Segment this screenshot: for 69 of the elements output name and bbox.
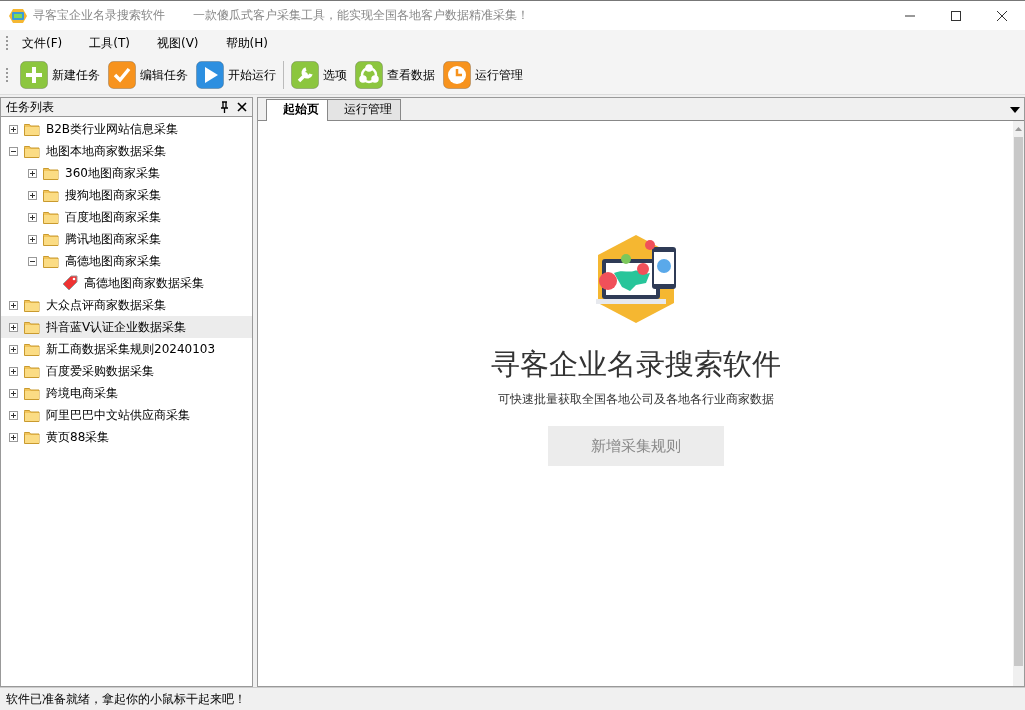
folder-icon (24, 144, 40, 158)
tree-item[interactable]: 阿里巴巴中文站供应商采集 (1, 404, 252, 426)
tree-item[interactable]: 百度爱采购数据采集 (1, 360, 252, 382)
tree-item[interactable]: 地图本地商家数据采集 (1, 140, 252, 162)
expand-icon[interactable] (9, 322, 18, 332)
pin-icon[interactable] (220, 101, 229, 113)
tree-item[interactable]: 腾讯地图商家采集 (1, 228, 252, 250)
folder-icon (24, 122, 40, 136)
expand-icon[interactable] (9, 366, 18, 376)
folder-icon (24, 342, 40, 356)
tab[interactable]: 运行管理 (327, 99, 401, 120)
expand-icon[interactable] (9, 410, 18, 420)
scrollbar[interactable] (1013, 121, 1024, 686)
collapse-icon[interactable] (9, 146, 18, 156)
toolbar-button[interactable]: 编辑任务 (104, 61, 192, 89)
folder-icon (24, 408, 40, 422)
tree-item[interactable]: 黄页88采集 (1, 426, 252, 448)
expand-icon[interactable] (9, 388, 18, 398)
tree-item[interactable]: B2B类行业网站信息采集 (1, 118, 252, 140)
tree-item[interactable]: 跨境电商采集 (1, 382, 252, 404)
start-description: 可快速批量获取全国各地公司及各地各行业商家数据 (497, 391, 774, 408)
folder-icon (43, 188, 59, 202)
expand-icon[interactable] (28, 234, 37, 244)
menu-item[interactable]: 视图(V) (150, 34, 199, 52)
folder-icon (43, 210, 59, 224)
toolbar-button[interactable]: 新建任务 (16, 61, 104, 89)
expand-icon[interactable] (28, 190, 37, 200)
folder-icon (24, 298, 40, 312)
window-title: 寻客宝企业名录搜索软件 (33, 7, 165, 24)
folder-icon (43, 232, 59, 246)
status-text: 软件已准备就绪，拿起你的小鼠标干起来吧！ (6, 690, 246, 708)
expand-icon[interactable] (9, 300, 18, 310)
toolbar-button[interactable]: 运行管理 (439, 61, 527, 89)
folder-icon (43, 254, 59, 268)
tag-icon (62, 275, 78, 291)
tree-item[interactable]: 搜狗地图商家采集 (1, 184, 252, 206)
toolbar-button[interactable]: 选项 (287, 61, 351, 89)
folder-icon (43, 166, 59, 180)
start-heading: 寻客企业名录搜索软件 (490, 346, 781, 383)
expand-icon[interactable] (28, 168, 37, 178)
tab[interactable]: 起始页 (266, 99, 328, 121)
maximize-icon[interactable] (951, 10, 961, 21)
tree-item[interactable]: 高德地图商家采集 (1, 250, 252, 272)
menu-item[interactable]: 帮助(H) (219, 34, 268, 52)
panel-title: 任务列表 (6, 98, 55, 116)
tree-item[interactable]: 新工商数据采集规则20240103 (1, 338, 252, 360)
tree-item[interactable]: 360地图商家采集 (1, 162, 252, 184)
window-subtitle: 一款傻瓜式客户采集工具，能实现全国各地客户数据精准采集！ (193, 7, 529, 24)
folder-icon (24, 386, 40, 400)
dropdown-caret-icon[interactable] (1010, 107, 1020, 113)
tree-item[interactable]: 高德地图商家数据采集 (1, 272, 252, 294)
collapse-icon[interactable] (28, 256, 37, 266)
app-logo-icon (9, 7, 27, 24)
folder-icon (24, 320, 40, 334)
folder-icon (24, 430, 40, 444)
close-icon[interactable] (997, 10, 1007, 21)
menu-item[interactable]: 文件(F) (16, 34, 63, 52)
tree-item[interactable]: 大众点评商家数据采集 (1, 294, 252, 316)
toolbar-button[interactable]: 开始运行 (192, 61, 280, 89)
folder-icon (24, 364, 40, 378)
expand-icon[interactable] (9, 124, 18, 134)
menu-item[interactable]: 工具(T) (83, 34, 130, 52)
tree-item[interactable]: 抖音蓝V认证企业数据采集 (1, 316, 252, 338)
close-icon[interactable] (237, 102, 247, 112)
expand-icon[interactable] (9, 344, 18, 354)
toolbar-button[interactable]: 查看数据 (351, 61, 439, 89)
expand-icon[interactable] (9, 432, 18, 442)
tree-item[interactable]: 百度地图商家采集 (1, 206, 252, 228)
expand-icon[interactable] (28, 212, 37, 222)
